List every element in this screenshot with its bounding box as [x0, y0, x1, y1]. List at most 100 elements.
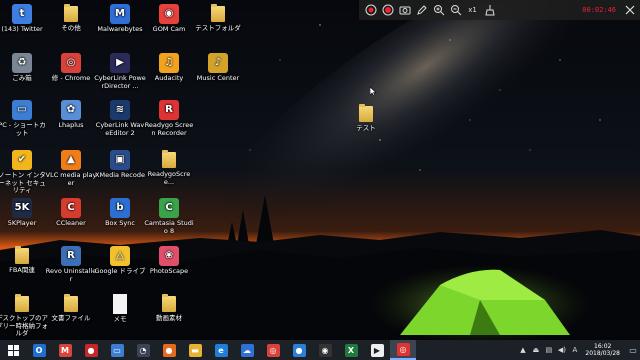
- volume-icon[interactable]: ◀): [557, 346, 566, 355]
- desktop-icon-readygo2[interactable]: ReadygoScree...: [143, 150, 195, 186]
- desktop-icon-chrome[interactable]: ◎ 修 - Chrome: [45, 53, 97, 83]
- desktop-icon-ccleaner[interactable]: C CCleaner: [45, 198, 97, 228]
- desktop-icon-label: 文書ファイル: [51, 314, 91, 322]
- folder-icon: [15, 246, 29, 264]
- broom-icon[interactable]: [482, 3, 497, 18]
- desktop-icon-readygo[interactable]: R Readygo Screen Recorder: [143, 100, 195, 137]
- desktop-icon-sonota[interactable]: その他: [45, 4, 97, 33]
- desktop-icon-norton[interactable]: ✔ ノートン インターネット セキュリティ: [0, 150, 48, 195]
- music-task-icon: ◔: [136, 343, 150, 357]
- desktop-icon-label: Google ドライブ: [94, 267, 146, 275]
- explorer-icon: ▬: [188, 343, 202, 357]
- desktop-icon-bunsho[interactable]: 文書ファイル: [45, 294, 97, 323]
- desktop-icon-label: Music Center: [196, 74, 240, 82]
- desktop-icon-memo[interactable]: メモ: [94, 294, 146, 324]
- taskbar-app-media-task[interactable]: ◉: [312, 340, 338, 360]
- taskbar-app-recorder-task[interactable]: ◎: [390, 340, 416, 360]
- desktop-icon-testfolder[interactable]: テストフォルダ: [192, 4, 244, 33]
- chevron-up-icon[interactable]: ▲: [518, 346, 527, 355]
- close-icon[interactable]: [622, 3, 637, 18]
- desktop-icon-revo[interactable]: R Revo Uninstaller: [45, 246, 97, 283]
- desktop-icon-vlc[interactable]: ▲ VLC media player: [45, 150, 97, 187]
- desktop-icon-twitter[interactable]: t (143) Twitter: [0, 4, 48, 34]
- desktop-icon-label: 5KPlayer: [7, 219, 37, 227]
- edge-icon: e: [214, 343, 228, 357]
- desktop-folder-test[interactable]: テスト: [340, 104, 392, 133]
- googledrive-icon: △: [110, 246, 130, 266]
- zoom-out-icon[interactable]: [448, 3, 463, 18]
- desktop-icon-label: Box Sync: [105, 219, 135, 227]
- start-button[interactable]: [0, 340, 26, 360]
- taskbar-app-explorer[interactable]: ▬: [182, 340, 208, 360]
- lhaplus-icon: ✿: [61, 100, 81, 120]
- taskbar-app-outlook[interactable]: O: [26, 340, 52, 360]
- recording-timer: 00:02:46: [582, 6, 616, 14]
- gomibako-icon: ♻: [12, 53, 32, 73]
- desktop-icon-fba[interactable]: FBA関連: [0, 246, 48, 275]
- clock-time: 16:02: [594, 342, 612, 350]
- desktop-icon-musiccenter[interactable]: ♪ Music Center: [192, 53, 244, 83]
- desktop-icon-wavededitor[interactable]: ≋ CyberLink WaveEditor 2: [94, 100, 146, 137]
- clock-date: 2018/03/28: [585, 350, 620, 357]
- taskbar-app-gmail[interactable]: M: [52, 340, 78, 360]
- desktop-icon-lhaplus[interactable]: ✿ Lhaplus: [45, 100, 97, 130]
- network-icon[interactable]: ▤: [544, 346, 553, 355]
- taskbar-app-excel[interactable]: X: [338, 340, 364, 360]
- desktop-icon-label: Malwarebytes: [97, 25, 143, 33]
- 5kplayer-icon: 5K: [12, 198, 32, 218]
- desktop-icon-douga[interactable]: 動画素材: [143, 294, 195, 323]
- pc-icon: ▭: [12, 100, 32, 120]
- desktop-icon-label: ごみ箱: [12, 74, 32, 82]
- zoom-in-icon[interactable]: [431, 3, 446, 18]
- desktop-icon-gomcam[interactable]: ◉ GOM Cam: [143, 4, 195, 34]
- taskbar-app-ie-task[interactable]: ●: [286, 340, 312, 360]
- desktop-icon-gomibako[interactable]: ♻ ごみ箱: [0, 53, 48, 83]
- ie-task-icon: ●: [292, 343, 306, 357]
- pen-icon[interactable]: [414, 3, 429, 18]
- desktop-icon-malwarebytes[interactable]: M Malwarebytes: [94, 4, 146, 34]
- gomcam-task-icon: ●: [84, 343, 98, 357]
- desktop-icon-5kplayer[interactable]: 5K 5KPlayer: [0, 198, 48, 228]
- stop-circle-icon[interactable]: [363, 3, 378, 18]
- desktop-icon-label: (143) Twitter: [1, 25, 43, 33]
- taskbar-app-pc-task[interactable]: ▭: [104, 340, 130, 360]
- zoom-level: x1: [468, 6, 477, 14]
- taskbar-app-gomcam-task[interactable]: ●: [78, 340, 104, 360]
- camera-icon[interactable]: [397, 3, 412, 18]
- desktop-icon-desktopapps[interactable]: デスクトップのアプリー時格納フォルダ: [0, 294, 48, 338]
- record-icon[interactable]: [380, 3, 395, 18]
- desktop-icon-label: Revo Uninstaller: [45, 267, 97, 283]
- outlook-icon: O: [32, 343, 46, 357]
- desktop-icon-boxsync[interactable]: b Box Sync: [94, 198, 146, 228]
- windows-logo-icon: [7, 344, 19, 356]
- desktop-icon-label: Readygo Screen Recorder: [144, 121, 194, 137]
- taskbar-app-chrome-task[interactable]: ◎: [260, 340, 286, 360]
- malwarebytes-icon: M: [110, 4, 130, 24]
- desktop-icon-xmedia[interactable]: ▣ XMedia Recode: [94, 150, 146, 180]
- desktop-icon-label: CyberLink WaveEditor 2: [95, 121, 145, 137]
- camtasia-icon: C: [159, 198, 179, 218]
- taskbar-app-edge[interactable]: e: [208, 340, 234, 360]
- desktop-icon-powerdirector[interactable]: ▶ CyberLink PowerDirector ...: [94, 53, 146, 90]
- ime-icon[interactable]: A: [570, 346, 579, 355]
- notification-icon[interactable]: ▭: [626, 340, 640, 360]
- desktop-icon-camtasia[interactable]: C Camtasia Studio 8: [143, 198, 195, 235]
- taskbar-app-music-task[interactable]: ◔: [130, 340, 156, 360]
- desktop-icon-pc[interactable]: ▭ PC - ショートカット: [0, 100, 48, 137]
- excel-icon: X: [344, 343, 358, 357]
- wavededitor-icon: ≋: [110, 100, 130, 120]
- xmedia-icon: ▣: [110, 150, 130, 170]
- taskbar-app-list: O M ● ▭ ◔ ● ▬ e ☁ ◎ ● ◉ X ▶ ◎: [26, 340, 416, 360]
- desktop-icon-label: CCleaner: [56, 219, 86, 227]
- desktop-icon-photoscape[interactable]: ❀ PhotoScape: [143, 246, 195, 276]
- taskbar-app-firefox[interactable]: ●: [156, 340, 182, 360]
- desktop-icon-label: Camtasia Studio 8: [144, 219, 194, 235]
- clock[interactable]: 16:02 2018/03/28: [585, 343, 620, 358]
- taskbar-app-onedrive[interactable]: ☁: [234, 340, 260, 360]
- desktop-icon-label: GOM Cam: [152, 25, 186, 33]
- desktop-icon-audacity[interactable]: ♫ Audacity: [143, 53, 195, 83]
- taskbar-app-play-task[interactable]: ▶: [364, 340, 390, 360]
- desktop-icon-googledrive[interactable]: △ Google ドライブ: [94, 246, 146, 276]
- usb-icon[interactable]: ⏏: [531, 346, 540, 355]
- play-task-icon: ▶: [370, 343, 384, 357]
